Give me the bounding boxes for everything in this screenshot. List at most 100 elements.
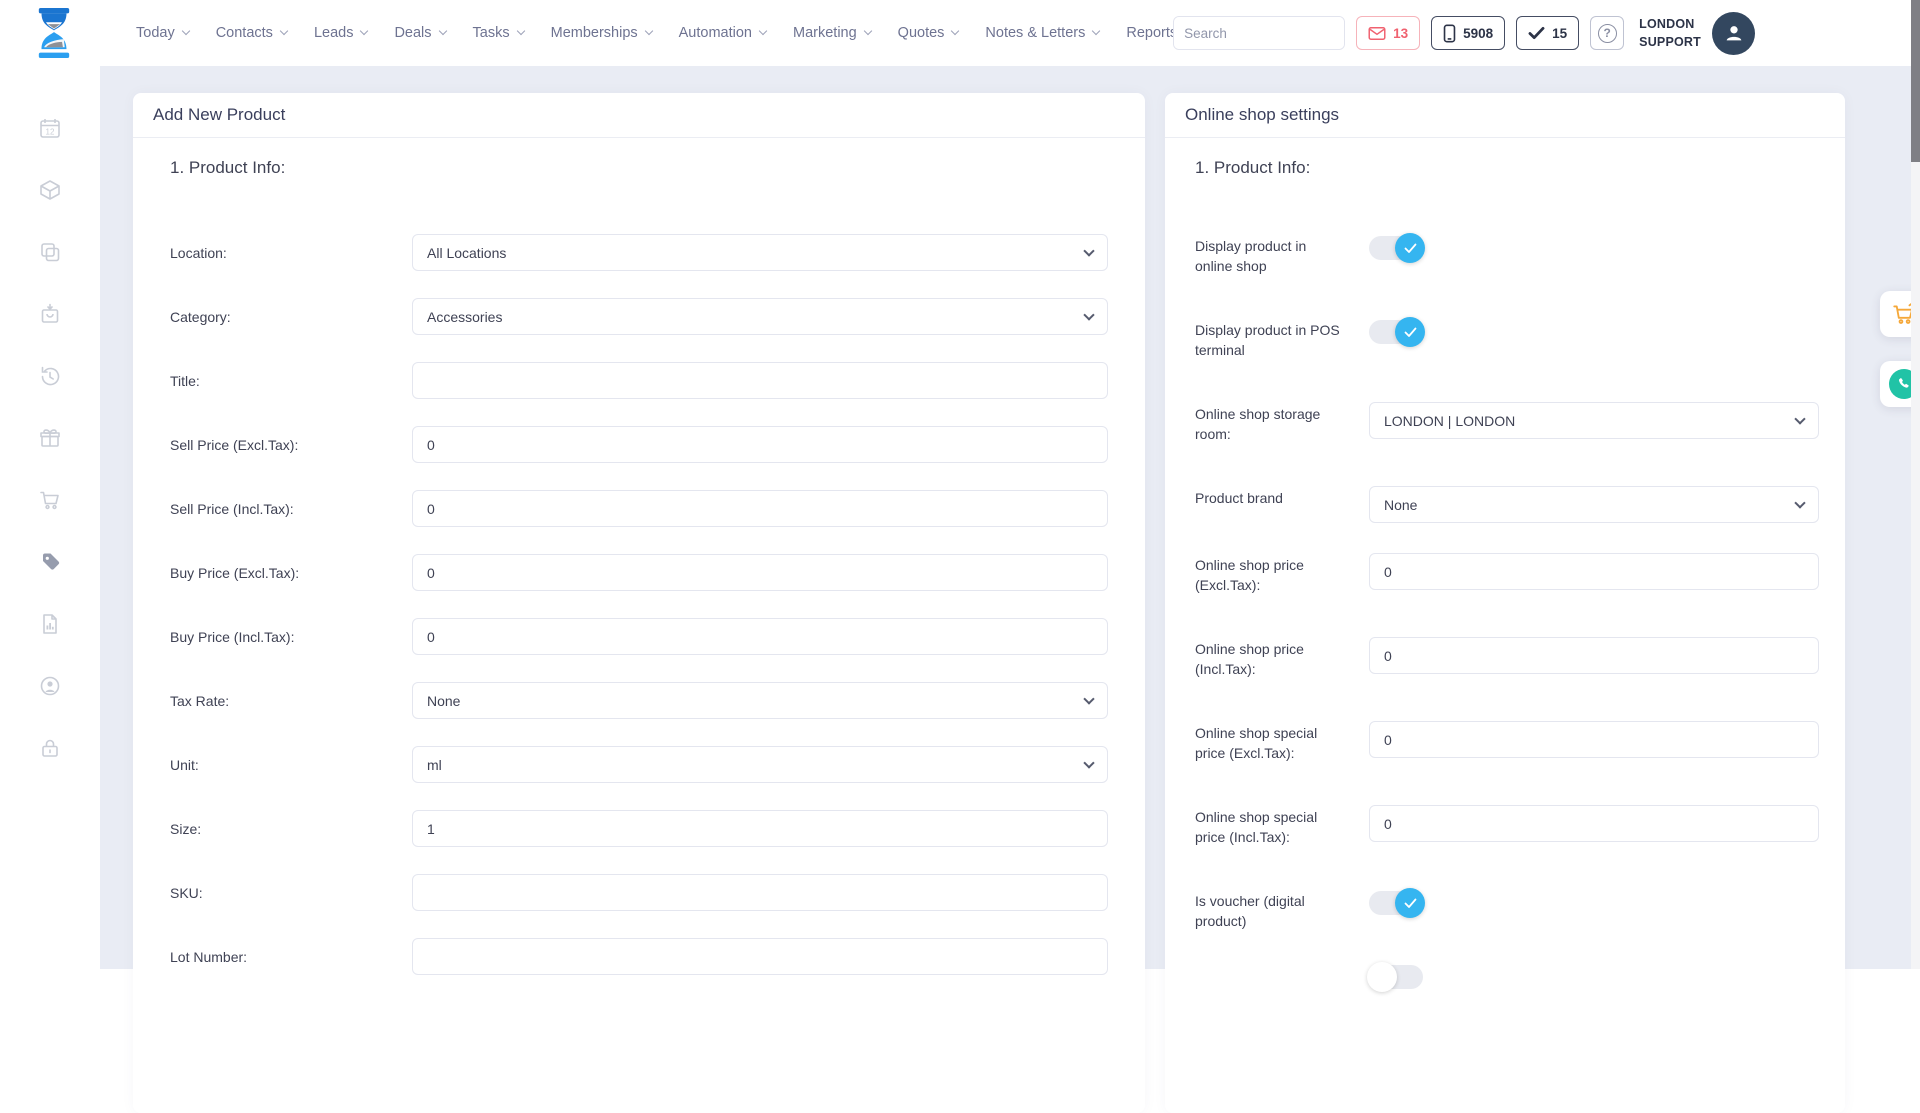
smartphone-icon: [1443, 24, 1456, 43]
is-voucher-toggle[interactable]: [1369, 891, 1423, 915]
toggle-knob: [1395, 888, 1425, 918]
special-price-incl-input[interactable]: [1369, 805, 1819, 842]
title-input[interactable]: [412, 362, 1108, 399]
field-label: Sell Price (Excl.Tax):: [170, 437, 412, 453]
field-row-special-price-excl: Online shop special price (Excl.Tax):: [1195, 721, 1819, 775]
tasks-badge[interactable]: 15: [1516, 16, 1579, 50]
size-input[interactable]: [412, 810, 1108, 847]
search-box: [1173, 16, 1345, 50]
field-label: Online shop special price (Incl.Tax):: [1195, 805, 1341, 847]
search-input[interactable]: [1174, 17, 1345, 49]
field-label: SKU:: [170, 885, 412, 901]
check-icon: [1528, 26, 1545, 40]
toggle-knob: [1395, 233, 1425, 263]
scrollbar-thumb[interactable]: [1911, 0, 1920, 162]
chevron-down-icon: [1083, 245, 1094, 256]
nav-memberships[interactable]: Memberships: [551, 25, 652, 41]
lock-icon[interactable]: [38, 736, 62, 760]
location-select[interactable]: All Locations: [412, 234, 1108, 271]
nav-tasks[interactable]: Tasks: [473, 25, 524, 41]
field-row-sell-price-excl: Sell Price (Excl.Tax):: [170, 426, 1108, 463]
help-button[interactable]: ?: [1590, 16, 1624, 50]
chevron-down-icon: [1794, 497, 1805, 508]
field-row-buy-price-excl: Buy Price (Excl.Tax):: [170, 554, 1108, 591]
cart-icon[interactable]: [38, 488, 62, 512]
field-row-unit: Unit: ml: [170, 746, 1108, 783]
add-new-product-card: Add New Product 1. Product Info: Locatio…: [133, 93, 1145, 1113]
field-label: Size:: [170, 821, 412, 837]
tasks-count: 15: [1552, 26, 1567, 41]
field-label: Online shop special price (Excl.Tax):: [1195, 721, 1341, 763]
chevron-down-icon: [1083, 309, 1094, 320]
sku-input[interactable]: [412, 874, 1108, 911]
copy-icon[interactable]: [38, 240, 62, 264]
gift-icon[interactable]: [38, 426, 62, 450]
nav-automation[interactable]: Automation: [679, 25, 766, 41]
nav-leads[interactable]: Leads: [314, 25, 368, 41]
report-icon[interactable]: [38, 612, 62, 636]
field-row-special-price-incl: Online shop special price (Incl.Tax):: [1195, 805, 1819, 859]
shop-price-excl-input[interactable]: [1369, 553, 1819, 590]
calls-count: 5908: [1463, 26, 1493, 41]
nav-today[interactable]: Today: [136, 25, 189, 41]
field-label: Online shop price (Incl.Tax):: [1195, 637, 1341, 679]
calendar-icon[interactable]: 12: [38, 116, 62, 140]
field-row-shop-price-incl: Online shop price (Incl.Tax):: [1195, 637, 1819, 691]
bag-icon[interactable]: [38, 302, 62, 326]
calls-badge[interactable]: 5908: [1431, 16, 1505, 50]
display-pos-toggle[interactable]: [1369, 320, 1423, 344]
messages-count: 13: [1393, 26, 1408, 41]
field-row-product-brand: Product brand None: [1195, 486, 1819, 523]
storage-room-select[interactable]: LONDON | LONDON: [1369, 402, 1819, 439]
field-row-size: Size:: [170, 810, 1108, 847]
special-price-excl-input[interactable]: [1369, 721, 1819, 758]
buy-price-excl-input[interactable]: [412, 554, 1108, 591]
cube-icon[interactable]: [38, 178, 62, 202]
display-online-shop-toggle[interactable]: [1369, 236, 1423, 260]
header-right-cluster: 13 5908 15 ? LONDON SUPPORT: [1173, 0, 1755, 66]
field-row-tax-rate: Tax Rate: None: [170, 682, 1108, 719]
shop-price-incl-input[interactable]: [1369, 637, 1819, 674]
buy-price-incl-input[interactable]: [412, 618, 1108, 655]
lot-number-input[interactable]: [412, 938, 1108, 975]
question-icon: ?: [1598, 24, 1617, 43]
category-select[interactable]: Accessories: [412, 298, 1108, 335]
add-product-title: Add New Product: [133, 93, 1145, 138]
avatar[interactable]: [1712, 12, 1755, 55]
left-sidebar: 12: [0, 66, 100, 969]
svg-text:12: 12: [46, 128, 55, 137]
product-info-heading: 1. Product Info:: [1195, 158, 1819, 178]
nav-contacts[interactable]: Contacts: [216, 25, 287, 41]
main-content: Add New Product 1. Product Info: Locatio…: [100, 66, 1912, 969]
chevron-down-icon: [951, 27, 959, 35]
toggle-row-display-pos: Display product in POS terminal: [1195, 318, 1819, 372]
history-icon[interactable]: [38, 364, 62, 388]
field-row-location: Location: All Locations: [170, 234, 1108, 271]
toggle-row-is-voucher: Is voucher (digital product): [1195, 889, 1819, 943]
vertical-scrollbar[interactable]: [1911, 0, 1920, 969]
nav-deals[interactable]: Deals: [394, 25, 445, 41]
field-row-sell-price-incl: Sell Price (Incl.Tax):: [170, 490, 1108, 527]
nav-notes-letters[interactable]: Notes & Letters: [985, 25, 1099, 41]
field-label: Lot Number:: [170, 949, 412, 965]
price-tag-icon[interactable]: [38, 550, 62, 574]
tax-rate-select[interactable]: None: [412, 682, 1108, 719]
field-label: [1195, 963, 1341, 965]
product-brand-select[interactable]: None: [1369, 486, 1819, 523]
field-row-category: Category: Accessories: [170, 298, 1108, 335]
account-icon[interactable]: [38, 674, 62, 698]
sell-price-excl-input[interactable]: [412, 426, 1108, 463]
field-label: Display product in online shop: [1195, 234, 1341, 276]
chevron-down-icon: [863, 27, 871, 35]
nav-marketing[interactable]: Marketing: [793, 25, 871, 41]
field-row-sku: SKU:: [170, 874, 1108, 911]
chevron-down-icon: [516, 27, 524, 35]
product-info-heading: 1. Product Info:: [170, 158, 1108, 178]
chevron-down-icon: [1092, 27, 1100, 35]
nav-quotes[interactable]: Quotes: [898, 25, 959, 41]
field-label: Title:: [170, 373, 412, 389]
app-logo-hourglass-icon[interactable]: [30, 8, 78, 58]
messages-badge[interactable]: 13: [1356, 16, 1420, 50]
sell-price-incl-input[interactable]: [412, 490, 1108, 527]
unit-select[interactable]: ml: [412, 746, 1108, 783]
